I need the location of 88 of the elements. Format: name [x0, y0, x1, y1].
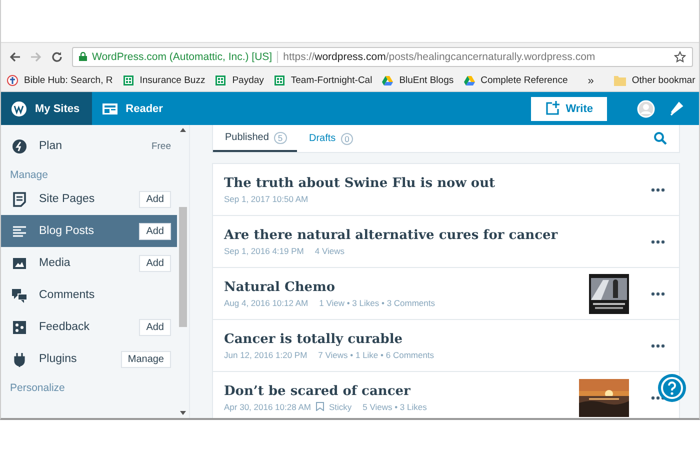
add-button[interactable]: Add [139, 190, 171, 208]
section-heading: Manage [9, 168, 49, 183]
image-icon [12, 256, 27, 270]
item-label: Plan [39, 140, 62, 152]
more-icon [651, 292, 665, 296]
folder-icon [614, 75, 626, 86]
bookmark[interactable]: Insurance Buzz [122, 75, 206, 86]
scroll-down-icon [180, 411, 186, 415]
add-button[interactable]: Add [139, 222, 171, 240]
write-button[interactable]: Write [530, 96, 607, 120]
sidebar-item[interactable]: Comments [1, 279, 177, 311]
sidebar-item[interactable]: Feedback Add [1, 311, 177, 343]
sidebar-item[interactable]: Media Add [1, 247, 177, 279]
scrollbar-thumb[interactable] [179, 207, 187, 327]
bookmark[interactable]: Complete Reference [464, 75, 568, 86]
bookmark[interactable]: Payday [215, 75, 264, 86]
plug-icon [12, 352, 27, 366]
post-title[interactable]: Natural Chemo [224, 280, 435, 294]
spreadsheet-icon [274, 75, 285, 86]
post-title[interactable]: Are there natural alternative cures for cancer [224, 228, 558, 242]
post-stats: 7 Views • 1 Like • 6 Comments [318, 350, 434, 360]
post-stats: 1 View • 3 Likes • 3 Comments [319, 298, 435, 308]
cross-icon [7, 75, 18, 86]
post-stats: 4 Views [314, 246, 344, 256]
triangle-icon [382, 75, 394, 86]
spreadsheet-icon [122, 75, 134, 86]
help-icon[interactable] [657, 373, 687, 403]
item-label: Site Pages [39, 193, 95, 205]
post-stats: 5 Views • 3 Likes [362, 402, 427, 412]
bookmark-icon [316, 402, 324, 411]
wordpress-logo-icon [11, 100, 27, 116]
bookmark[interactable]: Other bookmar [614, 75, 696, 86]
sticky-label: Sticky [328, 402, 352, 412]
item-label: Media [39, 257, 70, 269]
item-label: Plugins [39, 353, 77, 365]
plan-label: Free [151, 140, 171, 152]
compose-icon [544, 101, 560, 116]
page-icon [12, 192, 27, 206]
nav-tab[interactable]: My Sites [1, 92, 92, 125]
post-title[interactable]: Don’t be scared of cancer [224, 384, 427, 398]
reader-icon [102, 100, 118, 116]
address-bar[interactable]: WordPress.com (Automattic, Inc.) [US] https://wordpress.com/posts/healingcancernaturally.wordpress.com [72, 46, 693, 66]
add-button[interactable]: Add [139, 318, 171, 336]
reload-icon [51, 50, 63, 62]
item-label: Blog Posts [39, 225, 94, 237]
back-icon [9, 50, 21, 62]
add-button[interactable]: Manage [120, 350, 171, 368]
sidebar-item[interactable]: Plan Free [1, 130, 177, 162]
post-date: Apr 30, 2016 10:28 AM [224, 402, 311, 412]
more-icon [651, 344, 665, 348]
more-icon [651, 188, 665, 192]
filter-tab[interactable]: Published 5 [213, 125, 297, 152]
filter-tab[interactable]: Drafts 0 [297, 125, 366, 152]
section-heading: Personalize [9, 381, 66, 396]
post-title[interactable]: The truth about Swine Flu is now out [224, 176, 496, 190]
post-date: Aug 4, 2016 10:12 AM [224, 298, 308, 308]
avatar-icon [637, 100, 655, 118]
forward-icon [30, 50, 42, 62]
count-badge: 5 [274, 132, 287, 144]
sidebar-item[interactable]: Blog Posts Add [1, 215, 177, 247]
triangle-icon [464, 75, 475, 86]
item-label: Comments [39, 289, 95, 301]
bookmark[interactable]: BluEnt Blogs [382, 75, 454, 86]
speech-bubbles-icon [12, 288, 27, 302]
star-icon [674, 50, 686, 62]
add-button[interactable]: Add [139, 254, 171, 272]
site-identity: WordPress.com (Automattic, Inc.) [US] [92, 50, 272, 62]
spreadsheet-icon [215, 75, 226, 86]
lines-icon [12, 224, 27, 238]
post-title[interactable]: Cancer is totally curable [224, 332, 434, 346]
search-icon [654, 132, 667, 145]
nav-tab[interactable]: Reader [92, 92, 175, 125]
scroll-up-icon [180, 128, 186, 132]
bookmark[interactable]: Team-Fortnight-Cal [274, 75, 372, 86]
lock-icon [79, 52, 87, 61]
sidebar-item[interactable]: Plugins Manage [1, 343, 177, 375]
post-date: Sep 1, 2016 4:19 PM [224, 246, 304, 256]
post-date: Sep 1, 2017 10:50 AM [224, 194, 308, 204]
bolt-icon [12, 138, 27, 154]
dots-icon [12, 320, 27, 334]
bookmark[interactable]: Bible Hub: Search, R [7, 75, 113, 86]
count-badge: 0 [340, 132, 354, 144]
item-label: Feedback [39, 321, 90, 333]
sidebar-item[interactable]: Site Pages Add [1, 183, 177, 215]
more-icon [651, 240, 665, 244]
url-text: https://wordpress.com/posts/healingcancernaturally.wordpress.com [283, 50, 596, 62]
more-bookmarks[interactable]: » [588, 74, 594, 86]
post-date: Jun 12, 2016 1:20 PM [224, 350, 308, 360]
